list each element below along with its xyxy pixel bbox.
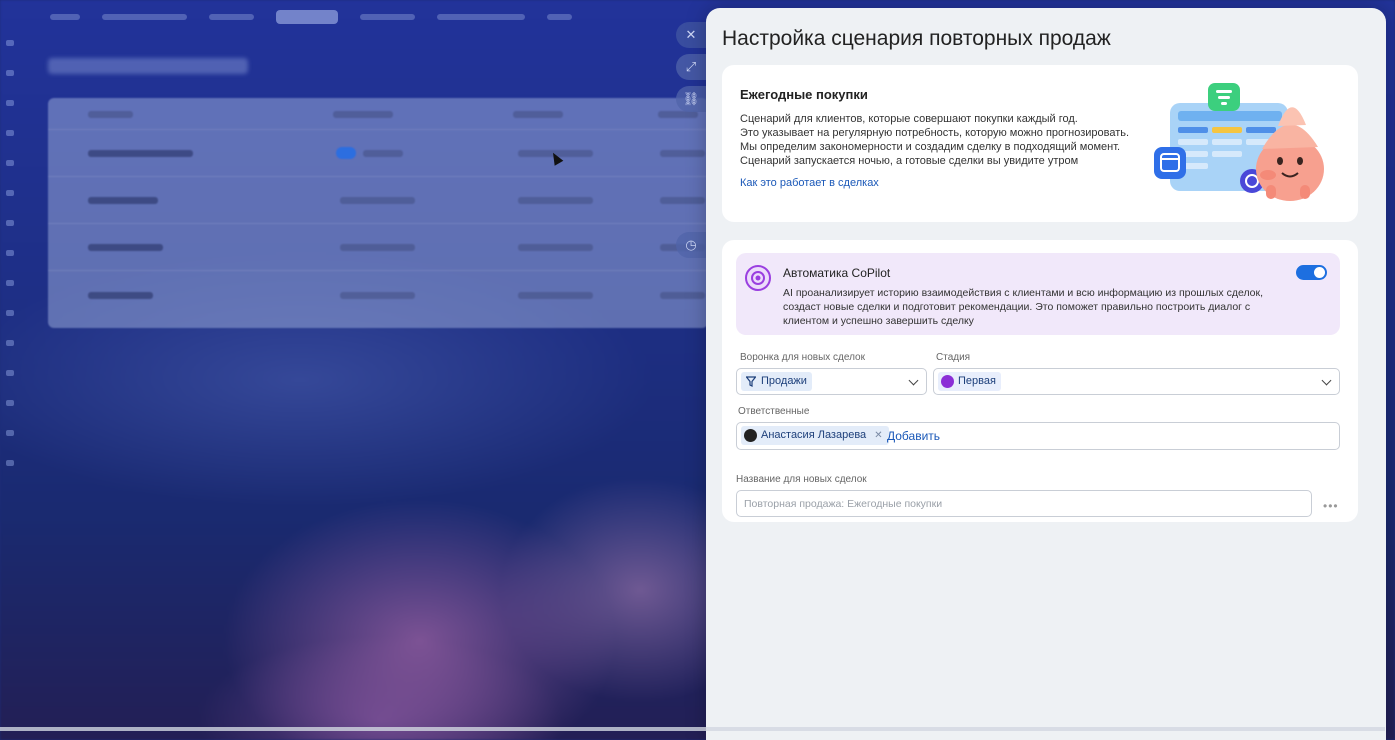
background-top-navigation <box>50 8 572 26</box>
responsible-label: Ответственные <box>738 406 810 417</box>
chevron-down-icon <box>1321 375 1332 386</box>
avatar <box>744 429 757 442</box>
scenario-settings-panel: Настройка сценария повторных продаж Ежег… <box>706 8 1386 740</box>
deal-name-input[interactable] <box>736 490 1312 517</box>
expand-icon[interactable]: ⤢ <box>676 54 706 80</box>
stage-value: Первая <box>958 375 996 387</box>
copilot-automation-block: Автоматика CoPilot AI проанализирует ист… <box>736 253 1340 335</box>
stage-select[interactable]: Первая <box>933 368 1340 395</box>
remove-icon[interactable]: ✕ <box>874 430 882 441</box>
responsible-field[interactable]: Анастасия Лазарева ✕ Добавить <box>736 422 1340 450</box>
history-icon[interactable]: ◷ <box>676 232 706 258</box>
responsible-name: Анастасия Лазарева <box>761 429 867 441</box>
stage-label: Стадия <box>936 352 971 363</box>
deal-name-label: Название для новых сделок <box>736 474 867 485</box>
description-line: клиентом и успешно завершить сделку <box>783 315 974 327</box>
chevron-down-icon <box>908 375 919 386</box>
link-icon[interactable]: ⛓ <box>676 86 706 112</box>
copilot-toggle[interactable] <box>1296 265 1327 280</box>
how-it-works-link[interactable]: Как это работает в сделках <box>740 177 879 189</box>
mascot-illustration <box>1154 83 1324 201</box>
stage-chip: Первая <box>938 372 1001 391</box>
stage-color-dot <box>941 375 954 388</box>
description-line: Мы определим закономерности и создадим с… <box>740 141 1121 153</box>
scenario-intro-card: Ежегодные покупки Сценарий для клиентов,… <box>722 65 1358 222</box>
scenario-title: Ежегодные покупки <box>740 87 868 102</box>
copilot-icon <box>745 265 771 291</box>
video-progress-bar[interactable] <box>0 727 1385 731</box>
add-responsible-button[interactable]: Добавить <box>887 429 940 443</box>
funnel-chip: Продажи <box>741 372 812 391</box>
panel-side-buttons: ✕ ⤢ ⛓ ◷ <box>676 22 706 264</box>
funnel-label: Воронка для новых сделок <box>740 352 865 363</box>
background-page-title <box>48 58 248 74</box>
description-line: Сценарий для клиентов, которые совершают… <box>740 113 1078 125</box>
close-icon[interactable]: ✕ <box>676 22 706 48</box>
description-line: Сценарий запускается ночью, а готовые сд… <box>740 155 1079 167</box>
more-options-icon[interactable]: ••• <box>1323 499 1339 513</box>
funnel-value: Продажи <box>761 375 807 387</box>
background-left-rail <box>0 40 22 470</box>
scenario-settings-card: Автоматика CoPilot AI проанализирует ист… <box>722 240 1358 522</box>
filter-icon <box>746 376 756 387</box>
scenario-description: Сценарий для клиентов, которые совершают… <box>740 112 1129 168</box>
description-line: Это указывает на регулярную потребность,… <box>740 127 1130 139</box>
panel-title: Настройка сценария повторных продаж <box>722 27 1111 50</box>
copilot-description: AI проанализирует историю взаимодействия… <box>783 286 1263 328</box>
description-line: создаст новые сделки и подготовит рекоме… <box>783 301 1251 313</box>
responsible-chip: Анастасия Лазарева ✕ <box>741 426 889 445</box>
background-table <box>48 98 708 328</box>
copilot-title: Автоматика CoPilot <box>783 266 891 280</box>
description-line: AI проанализирует историю взаимодействия… <box>783 287 1264 299</box>
funnel-select[interactable]: Продажи <box>736 368 927 395</box>
